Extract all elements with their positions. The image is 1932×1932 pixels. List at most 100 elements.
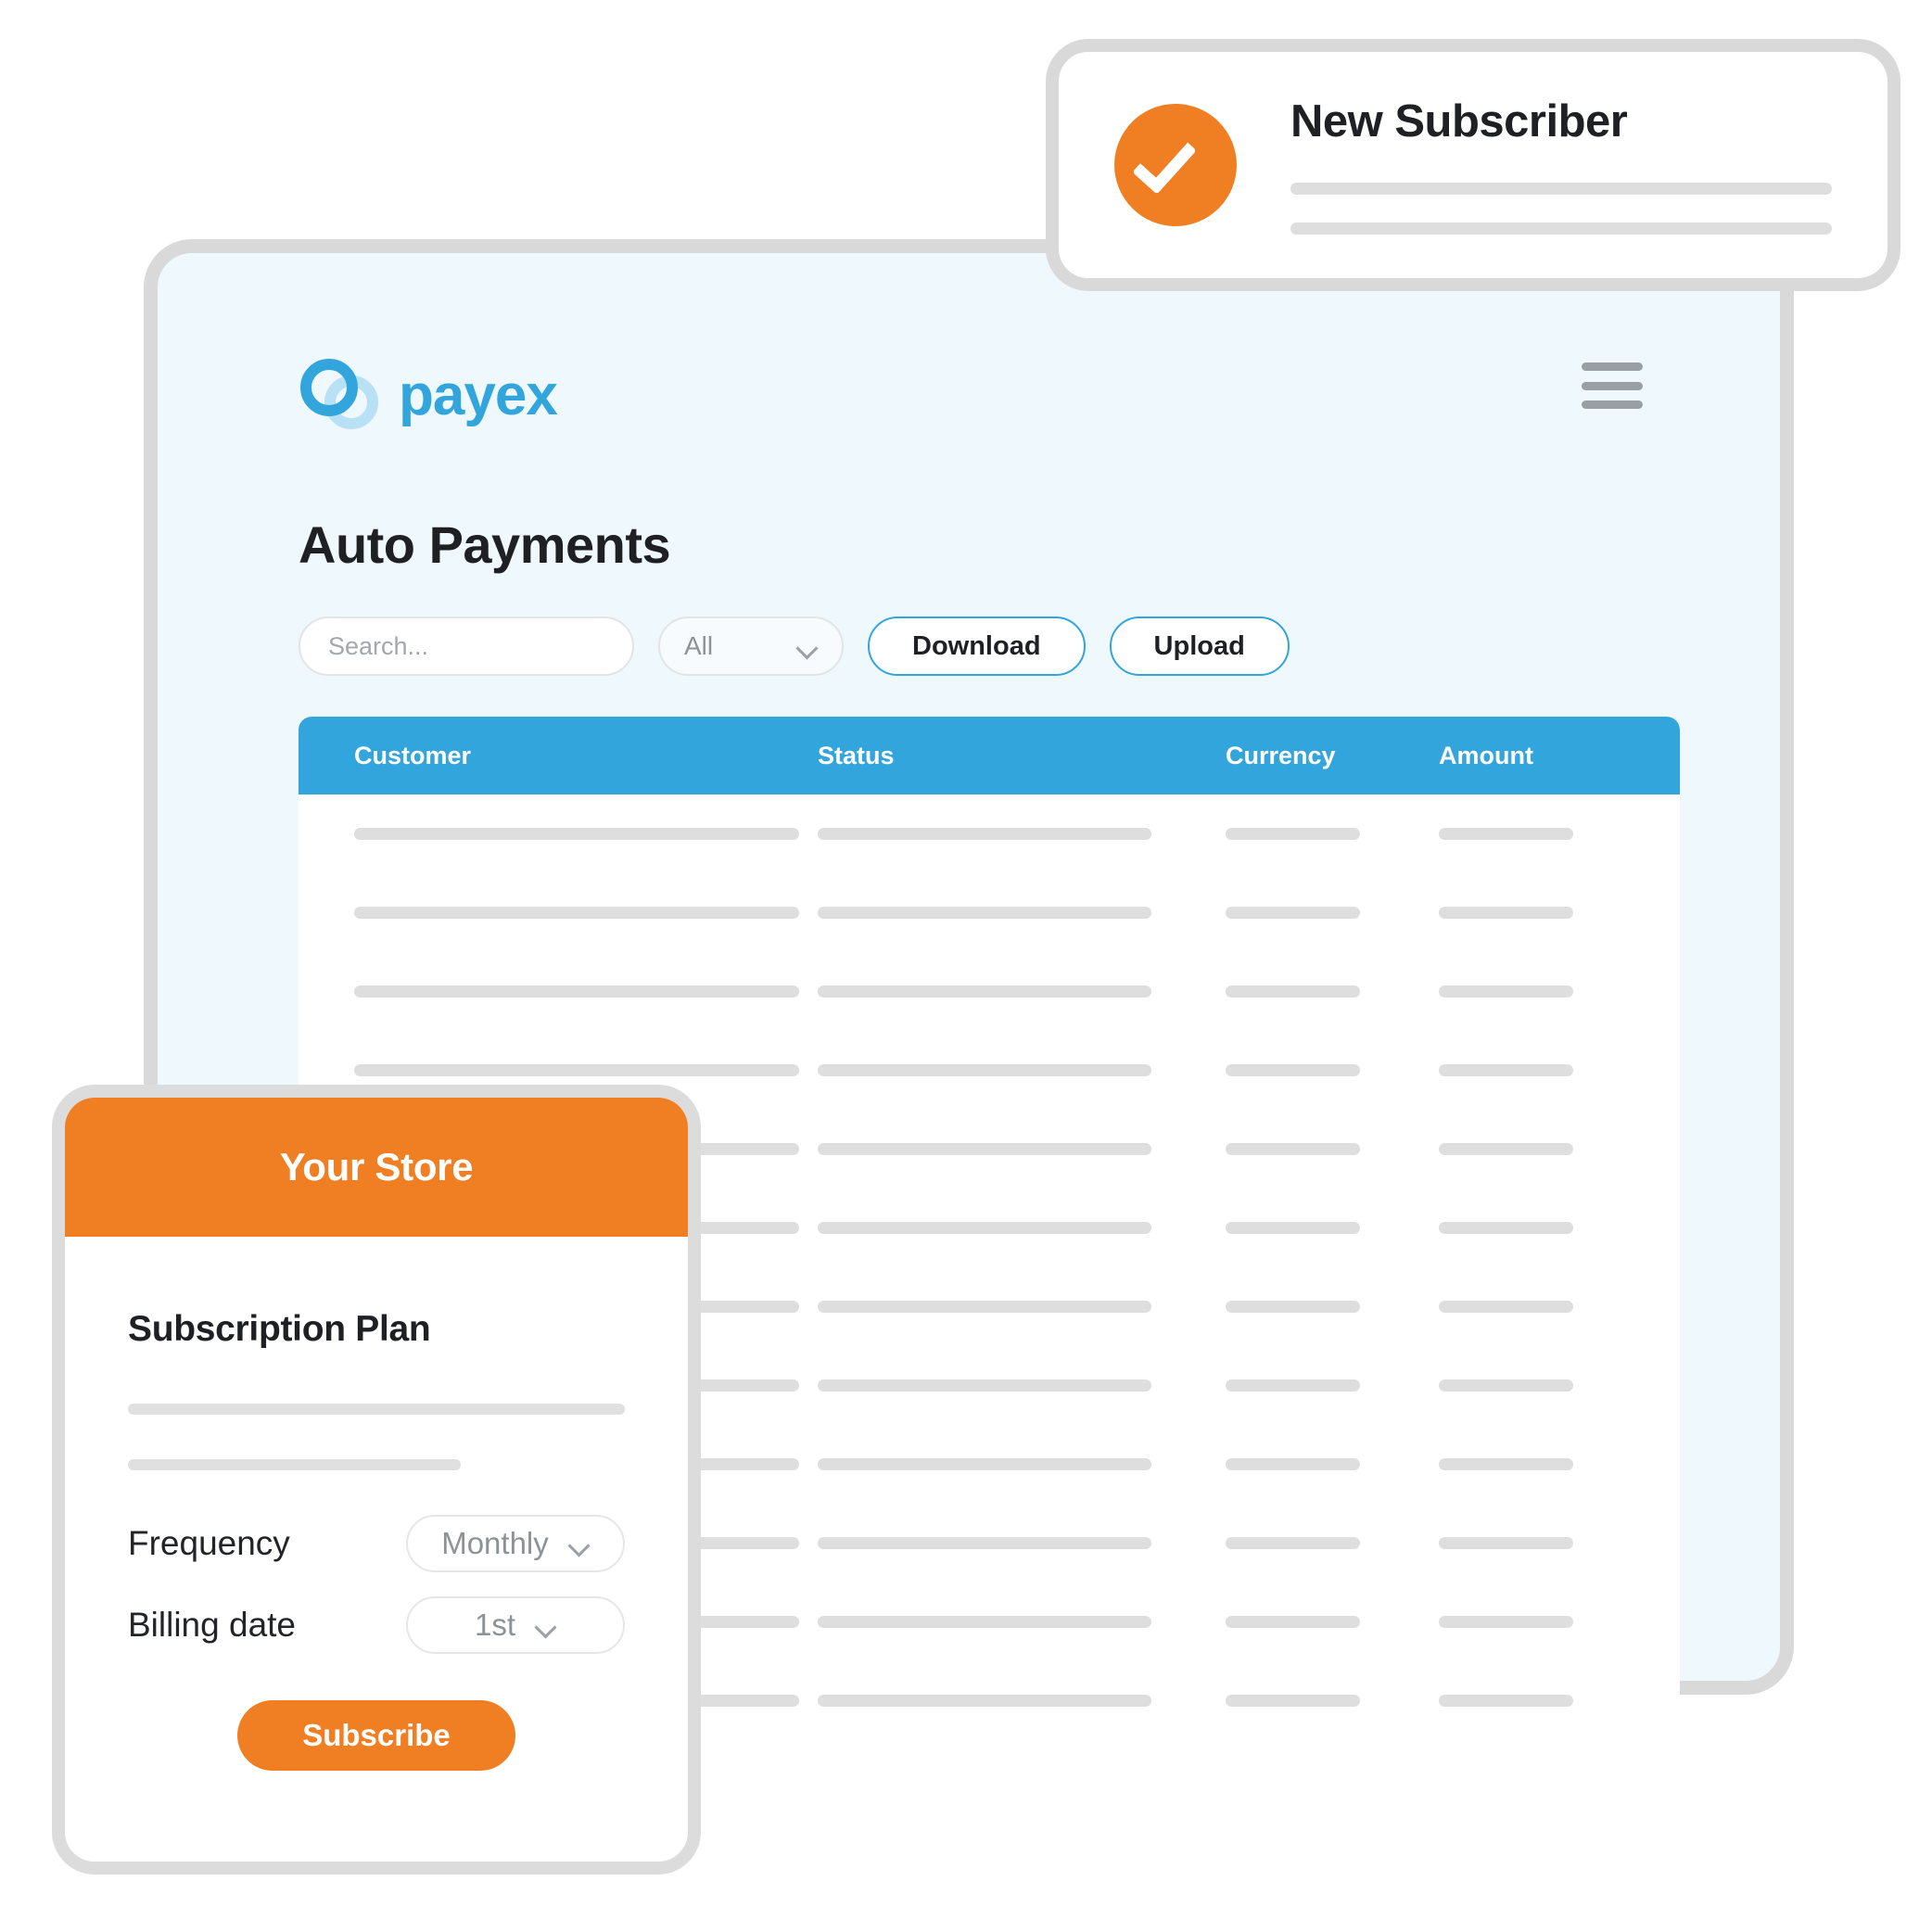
table-row[interactable] — [299, 794, 1680, 873]
table-cell — [1226, 1616, 1439, 1628]
placeholder-bar — [1439, 1695, 1573, 1707]
frequency-dropdown[interactable]: Monthly — [406, 1515, 625, 1572]
table-cell — [1439, 1537, 1624, 1549]
chevron-down-icon — [569, 1538, 590, 1549]
table-cell — [818, 1537, 1226, 1549]
billing-date-dropdown[interactable]: 1st — [406, 1596, 625, 1654]
placeholder-bar — [818, 1695, 1151, 1707]
placeholder-bar — [1226, 985, 1360, 998]
toolbar: All Download Upload — [299, 616, 1290, 676]
table-cell — [1226, 1458, 1439, 1470]
placeholder-bar — [1439, 828, 1573, 840]
placeholder-bar — [818, 1222, 1151, 1234]
table-cell — [1439, 1695, 1624, 1707]
placeholder-bar — [1439, 985, 1573, 998]
table-cell — [1439, 1143, 1624, 1155]
table-cell — [299, 828, 818, 840]
table-cell — [818, 1222, 1226, 1234]
table-cell — [818, 1616, 1226, 1628]
plan-placeholder-lines — [128, 1404, 625, 1470]
placeholder-bar — [1439, 1379, 1573, 1392]
download-button[interactable]: Download — [868, 616, 1086, 676]
upload-button[interactable]: Upload — [1109, 616, 1290, 676]
store-card-body: Subscription Plan Frequency Monthly Bill… — [65, 1309, 688, 1771]
table-row[interactable] — [299, 952, 1680, 1031]
placeholder-bar — [1439, 1616, 1573, 1628]
page-title: Auto Payments — [299, 515, 671, 574]
store-card-header: Your Store — [65, 1098, 688, 1237]
table-cell — [1439, 985, 1624, 998]
table-cell — [1226, 1695, 1439, 1707]
table-cell — [1226, 1222, 1439, 1234]
table-cell — [1439, 1222, 1624, 1234]
placeholder-bar — [818, 1379, 1151, 1392]
placeholder-bar — [818, 1458, 1151, 1470]
placeholder-bar — [1226, 907, 1360, 919]
table-cell — [1226, 907, 1439, 919]
table-cell — [299, 985, 818, 998]
search-input[interactable] — [328, 631, 604, 661]
table-cell — [818, 985, 1226, 998]
placeholder-bar — [818, 1143, 1151, 1155]
plan-fields: Frequency Monthly Billing date 1st — [128, 1515, 625, 1654]
table-cell — [818, 1301, 1226, 1313]
placeholder-bar — [1226, 1616, 1360, 1628]
store-subscription-card: Your Store Subscription Plan Frequency M… — [52, 1085, 701, 1875]
table-cell — [1439, 1458, 1624, 1470]
search-field[interactable] — [299, 616, 634, 676]
placeholder-bar — [1226, 828, 1360, 840]
new-subscriber-notification: New Subscriber — [1046, 39, 1900, 291]
billing-date-value: 1st — [474, 1608, 516, 1642]
column-header-customer[interactable]: Customer — [299, 742, 818, 770]
table-cell — [818, 907, 1226, 919]
placeholder-bar — [818, 1537, 1151, 1549]
table-cell — [1226, 985, 1439, 998]
column-header-amount[interactable]: Amount — [1439, 742, 1624, 770]
subscribe-button[interactable]: Subscribe — [237, 1700, 515, 1771]
table-cell — [1226, 828, 1439, 840]
placeholder-bar — [1226, 1301, 1360, 1313]
store-title: Your Store — [279, 1145, 474, 1188]
check-circle-icon — [1114, 104, 1237, 226]
brand-logo[interactable]: payex — [297, 355, 558, 440]
billing-date-label: Billing date — [128, 1606, 297, 1644]
placeholder-bar — [1439, 1458, 1573, 1470]
placeholder-bar — [1439, 1222, 1573, 1234]
column-header-currency[interactable]: Currency — [1226, 742, 1439, 770]
notification-placeholder-line — [1290, 222, 1832, 235]
subscription-plan-heading: Subscription Plan — [128, 1309, 431, 1349]
plan-placeholder-line — [128, 1459, 462, 1470]
chevron-down-icon — [536, 1620, 556, 1631]
table-cell — [1439, 828, 1624, 840]
placeholder-bar — [818, 907, 1151, 919]
hamburger-menu-icon[interactable] — [1582, 362, 1643, 409]
table-cell — [818, 1143, 1226, 1155]
table-cell — [818, 828, 1226, 840]
payex-double-circle-icon — [297, 355, 382, 440]
placeholder-bar — [354, 907, 799, 919]
placeholder-bar — [818, 828, 1151, 840]
placeholder-bar — [1439, 1064, 1573, 1076]
placeholder-bar — [354, 985, 799, 998]
table-cell — [1439, 1616, 1624, 1628]
brand-name: payex — [399, 363, 558, 427]
placeholder-bar — [818, 1301, 1151, 1313]
filter-value: All — [684, 631, 714, 660]
table-cell — [1226, 1064, 1439, 1076]
filter-dropdown[interactable]: All — [658, 616, 844, 676]
column-header-status[interactable]: Status — [818, 742, 1226, 770]
placeholder-bar — [354, 1064, 799, 1076]
table-row[interactable] — [299, 873, 1680, 952]
table-cell — [1439, 1379, 1624, 1392]
placeholder-bar — [1439, 1301, 1573, 1313]
notification-title: New Subscriber — [1290, 96, 1628, 146]
table-cell — [818, 1064, 1226, 1076]
field-row-frequency: Frequency Monthly — [128, 1515, 625, 1572]
notification-placeholder-line — [1290, 183, 1832, 195]
placeholder-bar — [354, 828, 799, 840]
notification-body: New Subscriber — [1290, 95, 1888, 235]
placeholder-bar — [818, 1616, 1151, 1628]
table-cell — [1226, 1301, 1439, 1313]
placeholder-bar — [1226, 1379, 1360, 1392]
placeholder-bar — [1226, 1222, 1360, 1234]
